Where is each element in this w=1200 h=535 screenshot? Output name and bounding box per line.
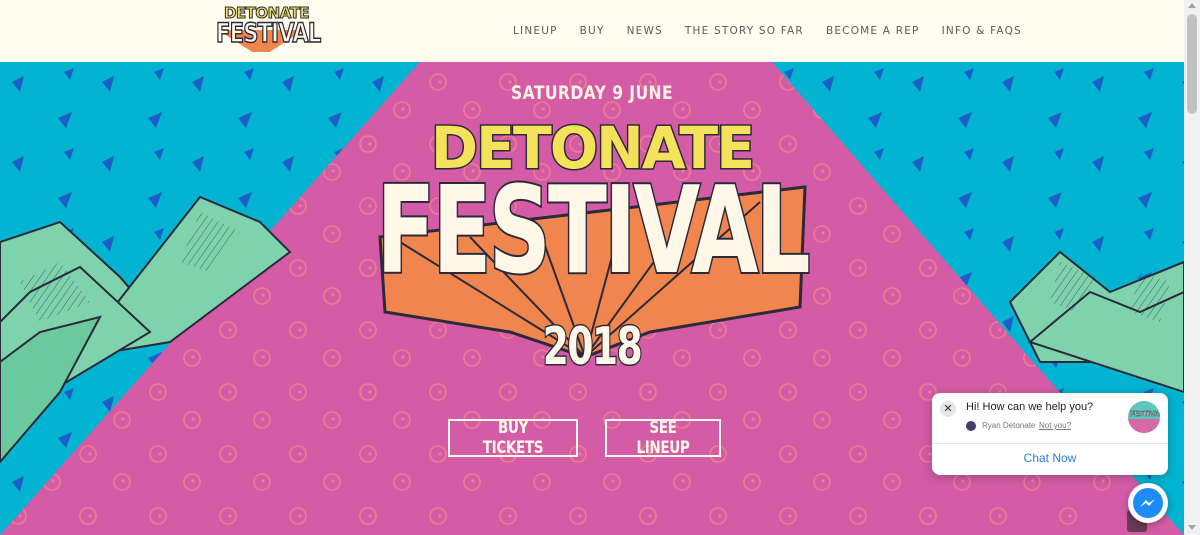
chat-popup: ✕ Hi! How can we help you? Ryan Detonate… bbox=[932, 393, 1168, 475]
page-scrollbar[interactable] bbox=[1184, 0, 1200, 535]
nav-news[interactable]: NEWS bbox=[627, 25, 663, 37]
festival-logo[interactable]: DETONATE FESTIVAL bbox=[215, 4, 322, 58]
scroll-down-arrow-icon[interactable] bbox=[1188, 525, 1196, 530]
see-lineup-button[interactable]: SEE LINEUP bbox=[605, 418, 721, 458]
close-icon[interactable]: ✕ bbox=[940, 401, 956, 417]
see-lineup-label: SEE LINEUP bbox=[636, 418, 690, 458]
logo-main-text: FESTIVAL bbox=[215, 17, 321, 50]
chat-divider bbox=[932, 443, 1168, 444]
nav-become-a-rep[interactable]: BECOME A REP bbox=[826, 25, 920, 37]
messenger-icon bbox=[1133, 488, 1163, 518]
scroll-thumb[interactable] bbox=[1187, 14, 1197, 114]
nav-info-faqs[interactable]: INFO & FAQS bbox=[942, 25, 1022, 37]
site-header: DETONATE FESTIVAL LINEUP BUY NEWS THE ST… bbox=[0, 0, 1184, 62]
main-nav: LINEUP BUY NEWS THE STORY SO FAR BECOME … bbox=[513, 25, 1044, 37]
event-date: SATURDAY 9 JUNE bbox=[510, 82, 674, 104]
agent-avatar bbox=[966, 421, 976, 431]
messenger-button[interactable] bbox=[1128, 483, 1168, 523]
scroll-up-arrow-icon[interactable] bbox=[1188, 3, 1196, 8]
nav-lineup[interactable]: LINEUP bbox=[513, 25, 558, 37]
nav-story-so-far[interactable]: THE STORY SO FAR bbox=[685, 25, 804, 37]
chat-greeting: Hi! How can we help you? bbox=[966, 401, 1094, 413]
badge-logo-text: FESTIVAL bbox=[1130, 411, 1160, 418]
page-logo-badge: FESTIVAL bbox=[1128, 401, 1160, 433]
buy-tickets-button[interactable]: BUY TICKETS bbox=[448, 418, 578, 458]
hero-year: 2018 bbox=[542, 316, 644, 379]
chat-now-button[interactable]: Chat Now bbox=[932, 451, 1168, 465]
hero-title-festival: FESTIVAL bbox=[375, 162, 812, 301]
nav-buy[interactable]: BUY bbox=[580, 25, 605, 37]
buy-tickets-label: BUY TICKETS bbox=[482, 418, 544, 458]
not-you-link[interactable]: Not you? bbox=[1039, 421, 1071, 430]
agent-name: Ryan Detonate bbox=[982, 421, 1036, 430]
